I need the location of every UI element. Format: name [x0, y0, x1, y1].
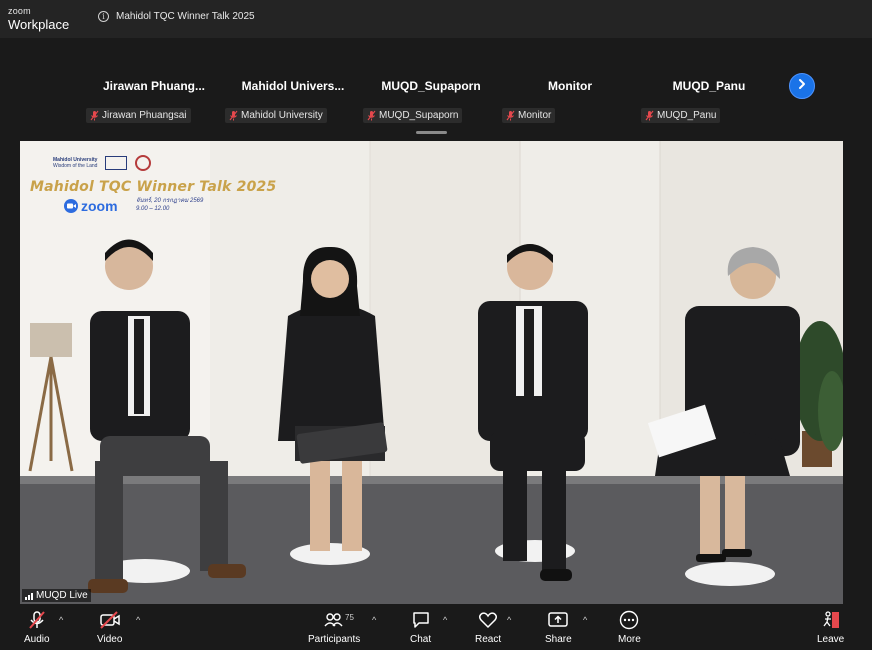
- audio-label: Audio: [24, 634, 50, 645]
- meeting-toolbar: Audio ^ Video ^ Participants 75 ^ Chat ^…: [0, 604, 872, 650]
- participant-chip-label: Monitor: [518, 110, 552, 121]
- mic-muted-icon: [367, 110, 376, 121]
- audio-options-caret[interactable]: ^: [59, 615, 63, 625]
- event-banner: Mahidol TQC Winner Talk 2025: [30, 179, 276, 195]
- react-options-caret[interactable]: ^: [507, 615, 511, 625]
- brand-bottom-text: Workplace: [8, 17, 70, 32]
- next-page-button[interactable]: [789, 73, 815, 99]
- meeting-title: Mahidol TQC Winner Talk 2025: [116, 11, 255, 22]
- participant-chip: Monitor: [502, 108, 556, 123]
- title-bar: zoom Workplace i Mahidol TQC Winner Talk…: [0, 0, 872, 38]
- participant-name[interactable]: Mahidol Univers...: [223, 79, 363, 93]
- video-button[interactable]: Video: [97, 610, 122, 645]
- chat-icon: [411, 610, 431, 630]
- mic-muted-icon: [229, 110, 238, 121]
- brand-top-text: zoom: [8, 6, 31, 16]
- mic-muted-icon: [645, 110, 654, 121]
- chat-options-caret[interactable]: ^: [443, 615, 447, 625]
- zoom-workplace-logo: zoom Workplace: [8, 6, 70, 32]
- banner-logos: Mahidol University Wisdom of the Land: [53, 155, 152, 171]
- participant-name[interactable]: Jirawan Phuang...: [84, 79, 224, 93]
- more-icon: [619, 610, 639, 630]
- event-schedule: จันทร์, 20 กรกฎาคม 2569 9.00 – 12.00: [136, 197, 203, 213]
- audio-button[interactable]: Audio: [24, 610, 50, 645]
- camera-icon: [64, 199, 78, 213]
- participant-name[interactable]: Monitor: [500, 79, 640, 93]
- chevron-right-icon: [796, 77, 808, 95]
- participants-label: Participants: [308, 634, 361, 645]
- mahidol-logo: Mahidol University Wisdom of the Land: [53, 157, 97, 169]
- react-button[interactable]: React: [475, 610, 501, 645]
- participants-icon: [323, 610, 345, 630]
- participants-options-caret[interactable]: ^: [372, 615, 376, 625]
- banner-title: Mahidol TQC Winner Talk 2025: [30, 179, 277, 195]
- participant-chip: MUQD_Supaporn: [363, 108, 463, 123]
- partner-logo-icon: [135, 155, 152, 171]
- participant-chip-label: Mahidol University: [241, 110, 323, 121]
- video-off-icon: [99, 610, 121, 630]
- chat-button[interactable]: Chat: [410, 610, 431, 645]
- participant-chip: Mahidol University: [225, 108, 327, 123]
- zoom-banner-logo: zoom: [64, 198, 118, 214]
- mic-muted-icon: [90, 110, 99, 121]
- signal-icon: [25, 592, 33, 600]
- logo1-sub: Wisdom of the Land: [53, 163, 98, 169]
- event-time: 9.00 – 12.00: [136, 206, 170, 212]
- video-label: Video: [97, 634, 123, 645]
- chat-label: Chat: [410, 634, 432, 645]
- page-indicator: [416, 131, 447, 134]
- leave-label: Leave: [817, 634, 845, 645]
- participant-chip: MUQD_Panu: [641, 108, 721, 123]
- active-speaker-video[interactable]: Mahidol University Wisdom of the Land Ma…: [20, 141, 843, 604]
- event-date: จันทร์, 20 กรกฎาคม 2569: [136, 198, 204, 204]
- share-options-caret[interactable]: ^: [583, 615, 587, 625]
- more-button[interactable]: More: [618, 610, 641, 645]
- participant-chip-label: Jirawan Phuangsai: [102, 110, 187, 121]
- participants-count: 75: [345, 613, 354, 622]
- info-icon[interactable]: i: [98, 11, 109, 22]
- more-label: More: [618, 634, 641, 645]
- participant-chip: Jirawan Phuangsai: [86, 108, 191, 123]
- meeting-info[interactable]: i Mahidol TQC Winner Talk 2025: [98, 11, 255, 22]
- share-label: Share: [545, 634, 572, 645]
- mic-muted-icon: [506, 110, 515, 121]
- heart-icon: [478, 610, 498, 630]
- react-label: React: [475, 634, 502, 645]
- participant-strip: Jirawan Phuang... Mahidol Univers... MUQ…: [0, 38, 872, 140]
- participant-name[interactable]: MUQD_Supaporn: [361, 79, 501, 93]
- zoom-wordmark: zoom: [81, 198, 118, 214]
- partner-logo-icon: [105, 156, 128, 170]
- share-screen-icon: [547, 610, 569, 630]
- leave-button[interactable]: Leave: [817, 610, 844, 645]
- participant-name[interactable]: MUQD_Panu: [639, 79, 779, 93]
- video-options-caret[interactable]: ^: [136, 615, 140, 625]
- speaker-name-label: MUQD Live: [22, 589, 91, 602]
- mic-muted-icon: [27, 610, 47, 630]
- leave-icon: [820, 610, 842, 630]
- share-button[interactable]: Share: [545, 610, 572, 645]
- participant-chip-label: MUQD_Panu: [657, 110, 717, 121]
- speaker-name: MUQD Live: [36, 590, 88, 601]
- participant-chip-label: MUQD_Supaporn: [379, 110, 459, 121]
